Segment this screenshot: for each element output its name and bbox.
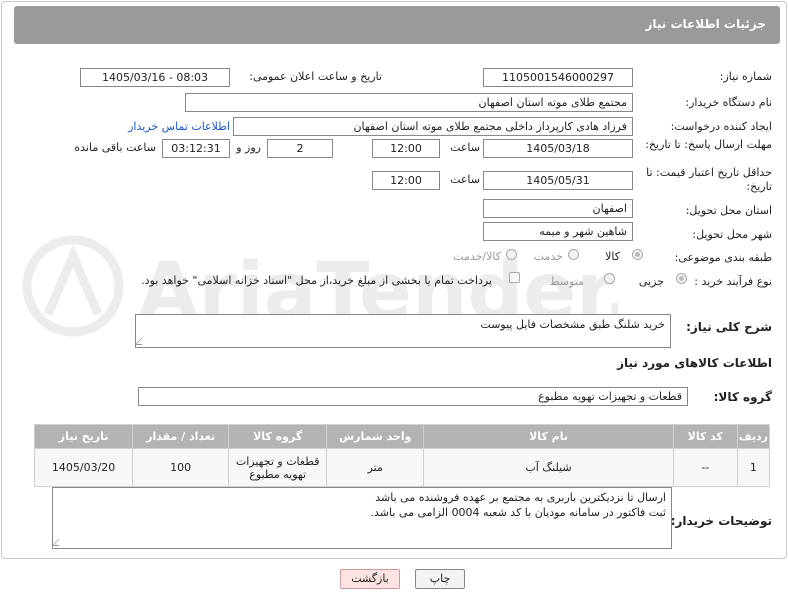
goods-group-field[interactable]: قطعات و تجهیزات تهویه مطبوع — [138, 387, 688, 406]
category-goods-radio[interactable] — [632, 249, 643, 260]
cell-need-date: 1405/03/20 — [33, 448, 134, 487]
cell-item-code: -- — [672, 448, 738, 487]
reply-deadline-label: مهلت ارسال پاسخ: تا تاریخ: — [645, 138, 772, 151]
announce-field[interactable]: 1405/03/16 - 08:03 — [80, 68, 230, 87]
category-goods-label: کالا — [605, 250, 620, 263]
resize-grip-icon[interactable] — [51, 539, 66, 546]
buyer-notes-line-1: ارسال تا نزدیکترین باربری به مجتمع بر عه… — [375, 491, 666, 504]
price-validity-label: حداقل تاریخ اعتبار قیمت: تا تاریخ: — [646, 166, 772, 193]
goods-section-title: اطلاعات کالاهای مورد نیاز — [617, 356, 772, 370]
resize-grip-icon[interactable] — [134, 338, 149, 345]
province-label: استان محل تحویل: — [685, 204, 772, 217]
category-both-radio[interactable] — [506, 249, 517, 260]
col-item-code: کد کالا — [672, 424, 738, 449]
col-item-group: گروه کالا — [228, 424, 328, 449]
category-label: طبقه بندی موضوعی: — [674, 251, 772, 264]
price-time-field[interactable]: 12:00 — [372, 171, 440, 190]
need-number-label: شماره نیاز: — [719, 70, 772, 83]
goods-group-label: گروه کالا: — [713, 390, 772, 404]
cell-quantity: 100 — [132, 448, 230, 487]
table-header-row: ردیف کد کالا نام کالا واحد شمارش گروه کا… — [33, 424, 771, 449]
table-row[interactable]: 1 -- شیلنگ آب متر قطعات و تجهیزات تهویه … — [33, 448, 771, 487]
cell-item-name: شیلنگ آب — [423, 448, 674, 487]
process-medium-label: متوسط — [549, 275, 584, 288]
days-label: روز و — [236, 141, 261, 154]
col-item-name: نام کالا — [423, 424, 674, 449]
description-textarea[interactable]: خرید شلنگ طبق مشخصات فایل پیوست — [134, 314, 671, 348]
back-button[interactable]: بازگشت — [340, 569, 400, 589]
col-unit: واحد شمارش — [326, 424, 425, 449]
price-time-label: ساعت — [450, 173, 480, 186]
description-label: شرح کلی نیاز: — [686, 320, 772, 334]
category-service-radio[interactable] — [568, 249, 579, 260]
cell-row-number: 1 — [736, 448, 771, 487]
buyer-notes-label: توضیحات خریدار: — [670, 514, 772, 528]
items-table: ردیف کد کالا نام کالا واحد شمارش گروه کا… — [33, 424, 771, 487]
remaining-time-label: ساعت باقی مانده — [74, 141, 156, 154]
reply-date-field[interactable]: 1405/03/18 — [483, 139, 633, 158]
buyer-org-label: نام دستگاه خریدار: — [685, 96, 772, 109]
contact-info-link[interactable]: اطلاعات تماس خریدار — [128, 120, 230, 133]
process-minor-label: جزیی — [638, 275, 664, 288]
reply-time-label: ساعت — [450, 141, 480, 154]
province-field[interactable]: اصفهان — [483, 199, 633, 218]
title-bar: جزئیات اطلاعات نیاز — [14, 6, 780, 44]
process-medium-radio[interactable] — [604, 273, 615, 284]
col-quantity: تعداد / مقدار — [132, 424, 230, 449]
page-title: جزئیات اطلاعات نیاز — [645, 17, 766, 31]
col-row-number: ردیف — [736, 424, 771, 449]
process-minor-radio[interactable] — [676, 273, 687, 284]
reply-time-field[interactable]: 12:00 — [372, 139, 440, 158]
days-field[interactable]: 2 — [267, 139, 333, 158]
description-text: خرید شلنگ طبق مشخصات فایل پیوست — [480, 318, 665, 331]
treasury-payment-note: پرداخت تمام یا بخشی از مبلغ خرید،از محل … — [141, 274, 492, 287]
col-need-date: تاریخ نیاز — [33, 424, 134, 449]
print-button[interactable]: چاپ — [415, 569, 465, 589]
need-number-field[interactable]: 1105001546000297 — [483, 68, 633, 87]
announce-label: تاریخ و ساعت اعلان عمومی: — [249, 70, 382, 83]
category-both-label: کالا/خدمت — [453, 250, 501, 263]
buyer-notes-line-2: ثبت فاکتور در سامانه مودیان با کد شعبه 0… — [370, 506, 666, 519]
remaining-time-field[interactable]: 03:12:31 — [162, 139, 230, 158]
buyer-org-field[interactable]: مجتمع طلای موته استان اصفهان — [185, 93, 633, 112]
creator-field[interactable]: فرزاد هادی کارپرداز داخلی مجتمع طلای موت… — [233, 117, 633, 136]
city-field[interactable]: شاهین شهر و میمه — [483, 222, 633, 241]
treasury-payment-checkbox[interactable] — [509, 272, 520, 283]
cell-unit: متر — [326, 448, 425, 487]
cell-item-group: قطعات و تجهیزات تهویه مطبوع — [228, 448, 328, 487]
price-date-field[interactable]: 1405/05/31 — [483, 171, 633, 190]
buyer-notes-textarea[interactable]: ارسال تا نزدیکترین باربری به مجتمع بر عه… — [51, 487, 672, 549]
category-service-label: خدمت — [533, 250, 563, 263]
process-label: نوع فرآیند خرید : — [694, 275, 772, 288]
creator-label: ایجاد کننده درخواست: — [670, 120, 772, 133]
city-label: شهر محل تحویل: — [692, 228, 772, 241]
